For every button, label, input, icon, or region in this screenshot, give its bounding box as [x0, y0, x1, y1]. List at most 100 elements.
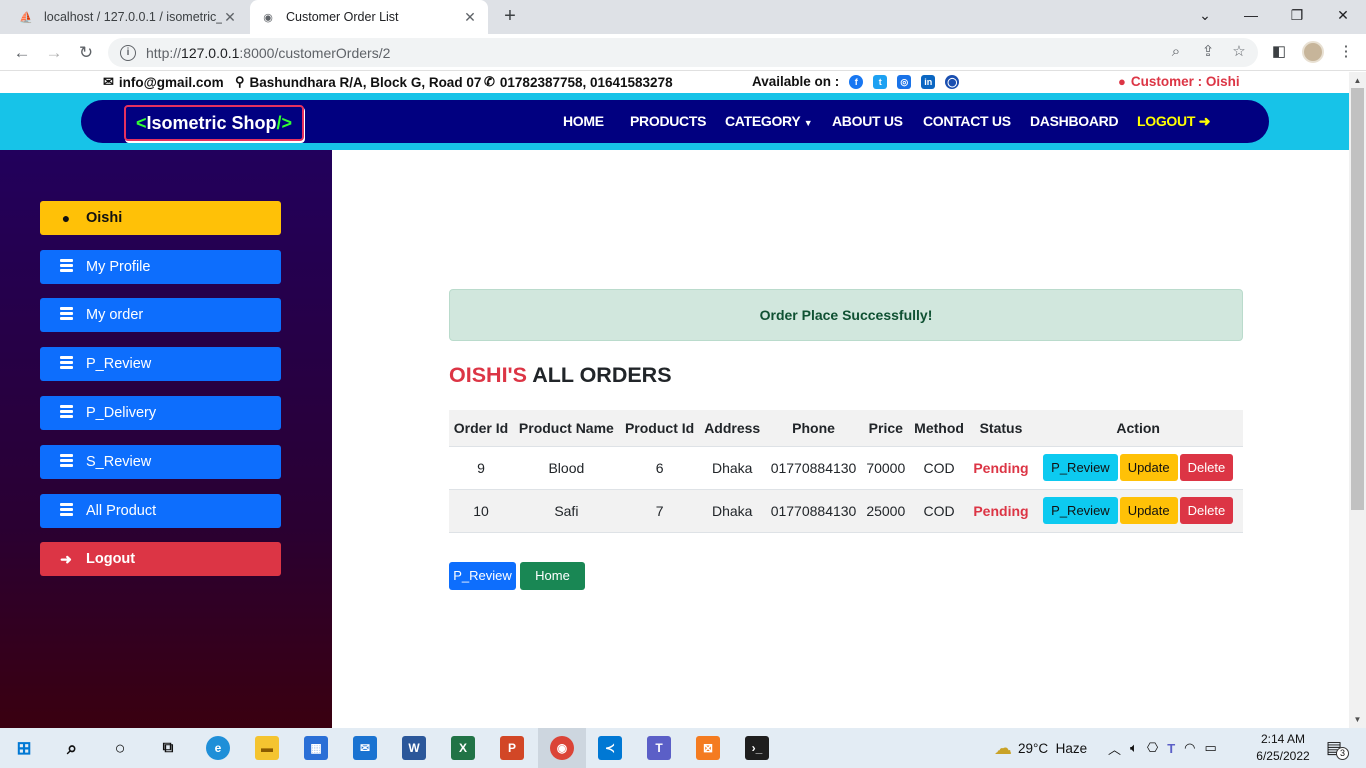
teams-tray-icon[interactable]: T	[1167, 741, 1175, 756]
sidebar-item-my-profile[interactable]: My Profile	[40, 250, 281, 284]
scroll-thumb[interactable]	[1351, 88, 1364, 510]
twitter-icon[interactable]: t	[873, 74, 888, 89]
cell-product-id: 7	[619, 489, 700, 533]
reload-icon[interactable]: ↻	[74, 41, 98, 65]
home-button[interactable]: Home	[520, 562, 585, 590]
clock[interactable]: 2:14 AM 6/25/2022	[1248, 731, 1318, 765]
sidebar-item-p-delivery[interactable]: P_Delivery	[40, 396, 281, 430]
close-window-button[interactable]: ✕	[1320, 0, 1366, 30]
nav-dashboard[interactable]: DASHBOARD	[1030, 100, 1119, 143]
new-tab-button[interactable]: +	[498, 5, 522, 29]
address-text: Bashundhara R/A, Block G, Road 07	[249, 74, 482, 90]
nav-category[interactable]: CATEGORY ▼	[725, 100, 813, 143]
cell-address: Dhaka	[699, 446, 766, 490]
tab-search-icon[interactable]: ⌄	[1182, 0, 1228, 30]
terminal-icon[interactable]: ›_	[745, 736, 769, 760]
search-icon[interactable]: ⌕	[60, 736, 84, 760]
chrome-icon[interactable]: ◉	[550, 736, 574, 760]
share-icon[interactable]: ⇪	[1198, 42, 1218, 62]
powerpoint-icon[interactable]: P	[500, 736, 524, 760]
phone-icon: ✆	[484, 74, 495, 89]
meet-now-icon[interactable]: ⎔	[1147, 740, 1158, 756]
sidebar-item-my-order[interactable]: My order	[40, 298, 281, 332]
mail-icon[interactable]: ✉	[353, 736, 377, 760]
xampp-icon[interactable]: ⊠	[696, 736, 720, 760]
cortana-icon[interactable]: ○	[108, 736, 132, 760]
address-info: ⚲ Bashundhara R/A, Block G, Road 07	[235, 74, 481, 90]
word-icon[interactable]: W	[402, 736, 426, 760]
tab-customer-order-list[interactable]: ◉ Customer Order List ✕	[250, 0, 488, 34]
delete-button[interactable]: Delete	[1179, 454, 1234, 481]
battery-icon[interactable]: ▭	[1204, 740, 1216, 756]
excel-icon[interactable]: X	[451, 736, 475, 760]
bookmark-star-icon[interactable]: ☆	[1229, 42, 1249, 62]
menu-kebab-icon[interactable]: ⋮	[1335, 41, 1357, 63]
sidebar-logout-button[interactable]: ➜ Logout	[40, 542, 281, 576]
sidebar-item-p-review[interactable]: P_Review	[40, 347, 281, 381]
table-row: 10 Safi 7 Dhaka 01770884130 25000 COD Pe…	[449, 489, 1243, 533]
sidebar-item-s-review[interactable]: S_Review	[40, 445, 281, 479]
instagram-icon[interactable]: ◎	[897, 74, 912, 89]
page-scrollbar[interactable]: ▲ ▼	[1349, 72, 1366, 728]
sidebar-logout-label: Logout	[86, 551, 136, 567]
sidebar-item-all-product[interactable]: All Product	[40, 494, 281, 528]
site-info-icon[interactable]: i	[120, 44, 136, 61]
email-text: info@gmail.com	[118, 74, 224, 90]
file-explorer-icon[interactable]: ▬	[255, 736, 279, 760]
edge-icon[interactable]: e	[206, 736, 230, 760]
phone-info: ✆ 01782387758, 01641583278	[484, 74, 673, 90]
user-circle-icon: ●	[61, 210, 71, 226]
nav-contact-us[interactable]: CONTACT US	[923, 100, 1011, 143]
github-icon[interactable]: ◯	[945, 74, 960, 89]
notification-center[interactable]: ▤ 3	[1326, 728, 1350, 768]
clock-time: 2:14 AM	[1260, 732, 1306, 746]
weather-widget[interactable]: ☁ 29°C Haze	[994, 728, 1087, 768]
task-view-icon[interactable]: ⧉	[156, 736, 180, 760]
orders-table: Order Id Product Name Product Id Address…	[449, 410, 1243, 533]
restore-button[interactable]: ❐	[1274, 0, 1320, 30]
teams-icon[interactable]: T	[647, 736, 671, 760]
col-phone: Phone	[765, 410, 863, 447]
avatar[interactable]	[1302, 41, 1324, 63]
side-panel-icon[interactable]: ◧	[1268, 41, 1290, 63]
wifi-icon[interactable]: ◠	[1184, 740, 1195, 756]
windows-taskbar: ⊞ ⌕ ○ ⧉ e ▬ ▦ ✉ W X P ◉ ≺ T ⊠ ›_ ☁ 29°C …	[0, 728, 1366, 768]
cell-phone: 01770884130	[765, 446, 863, 490]
nav-logout[interactable]: LOGOUT ➜	[1137, 100, 1210, 143]
sign-out-icon: ➜	[1198, 113, 1211, 129]
cell-actions: P_Review Update Delete	[1033, 489, 1243, 533]
cell-actions: P_Review Update Delete	[1033, 446, 1243, 490]
speaker-icon[interactable]: 🔈︎	[1130, 740, 1138, 756]
linkedin-icon[interactable]: in	[921, 74, 936, 89]
url-input[interactable]: i http://127.0.0.1:8000/customerOrders/2	[108, 38, 1258, 67]
store-icon[interactable]: ▦	[304, 736, 328, 760]
review-button[interactable]: P_Review	[1043, 497, 1118, 524]
nav-home[interactable]: HOME	[563, 100, 604, 143]
cell-order-id: 9	[449, 446, 513, 490]
sidebar-item-label: S_Review	[86, 454, 152, 470]
tab-phpmyadmin[interactable]: ⛵ localhost / 127.0.0.1 / isometric_p ✕	[8, 0, 248, 34]
update-button[interactable]: Update	[1119, 497, 1178, 524]
sidebar-user[interactable]: ● Oishi	[40, 201, 281, 235]
nav-about-us[interactable]: ABOUT US	[832, 100, 903, 143]
back-arrow-icon[interactable]: ←	[10, 41, 34, 65]
delete-button[interactable]: Delete	[1179, 497, 1234, 524]
envelope-icon: ✉	[103, 74, 114, 89]
scroll-up-icon[interactable]: ▲	[1349, 72, 1366, 89]
windows-start-icon[interactable]: ⊞	[12, 736, 36, 760]
close-tab-icon[interactable]: ✕	[462, 9, 478, 26]
vscode-icon[interactable]: ≺	[598, 736, 622, 760]
update-button[interactable]: Update	[1119, 454, 1178, 481]
forward-arrow-icon[interactable]: →	[42, 41, 66, 65]
review-button[interactable]: P_Review	[1043, 454, 1118, 481]
nav-products[interactable]: PRODUCTS	[630, 100, 706, 143]
sign-out-icon: ➜	[60, 550, 72, 567]
facebook-icon[interactable]: f	[849, 74, 864, 89]
scroll-down-icon[interactable]: ▼	[1349, 711, 1366, 728]
zoom-search-icon[interactable]: ⌕	[1166, 42, 1186, 62]
p-review-button[interactable]: P_Review	[449, 562, 516, 590]
status-badge: Pending	[968, 489, 1034, 533]
close-tab-icon[interactable]: ✕	[222, 9, 238, 26]
chevron-up-icon[interactable]: ︿	[1108, 739, 1121, 758]
minimize-button[interactable]: —	[1228, 0, 1274, 30]
